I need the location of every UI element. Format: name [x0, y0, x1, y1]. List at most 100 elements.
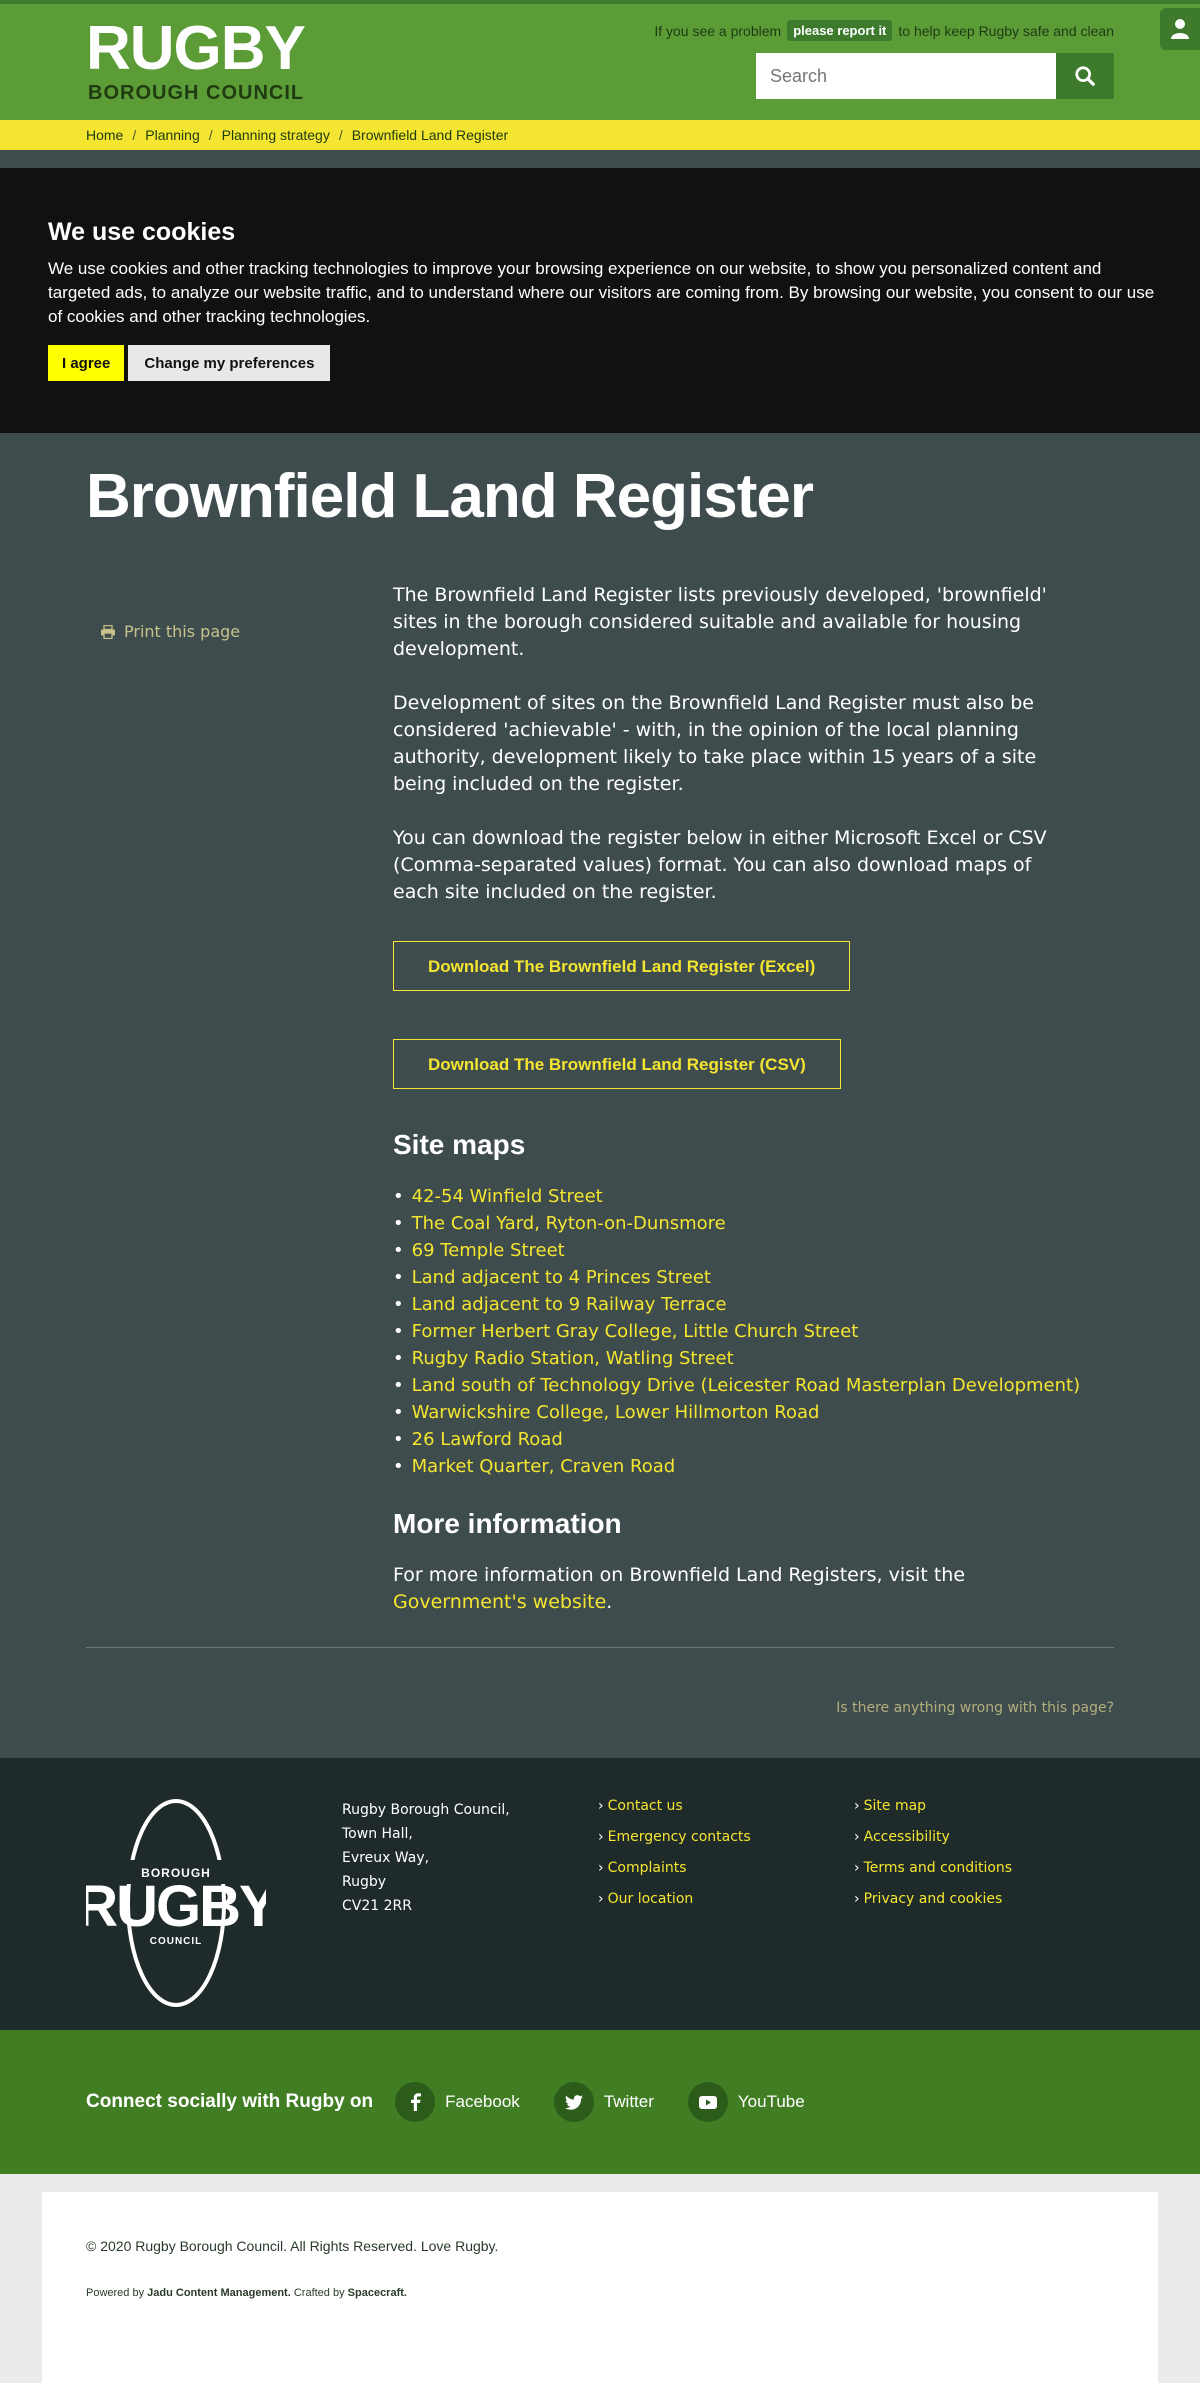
cookie-actions: I agree Change my preferences: [48, 345, 1152, 381]
twitter-label: Twitter: [603, 2092, 654, 2111]
download-excel-button[interactable]: Download The Brownfield Land Register (E…: [393, 941, 851, 991]
site-header: RUGBY BOROUGH COUNCIL If you see a probl…: [0, 4, 1200, 120]
breadcrumb-current[interactable]: Brownfield Land Register: [352, 127, 508, 143]
cookie-agree-button[interactable]: I agree: [48, 345, 125, 381]
intro-paragraph: The Brownfield Land Register lists previ…: [393, 584, 1047, 660]
powered-prefix: Powered by: [86, 2287, 145, 2299]
footer-link-complaints[interactable]: Complaints: [608, 1860, 687, 1876]
divider: [86, 1647, 1114, 1648]
search-icon: [1075, 66, 1095, 86]
youtube-label: YouTube: [737, 2092, 805, 2111]
site-map-link[interactable]: Rugby Radio Station, Watling Street: [412, 1348, 734, 1369]
spacecraft-link[interactable]: Spacecraft.: [348, 2287, 407, 2299]
footer-link-emergency-contacts[interactable]: Emergency contacts: [608, 1829, 751, 1845]
jadu-link[interactable]: Jadu Content Management.: [147, 2287, 291, 2299]
footer-wrapper: BOROUGH RUGBY COUNCIL Rugby Borough Coun…: [0, 1758, 1200, 2030]
search-form: [756, 53, 1114, 99]
feedback-row: Is there anything wrong with this page?: [86, 1700, 1114, 1716]
breadcrumb: Home / Planning / Planning strategy / Br…: [0, 120, 1200, 150]
site-map-link[interactable]: Land adjacent to 9 Railway Terrace: [412, 1294, 727, 1315]
breadcrumb-planning-strategy[interactable]: Planning strategy: [222, 127, 330, 143]
footer-links-primary: Contact us Emergency contacts Complaints…: [598, 1798, 854, 2030]
twitter-icon: [553, 2082, 594, 2122]
list-item: Land south of Technology Drive (Leiceste…: [393, 1372, 1083, 1399]
footer-link-accessibility[interactable]: Accessibility: [864, 1829, 950, 1845]
list-item: Complaints: [598, 1853, 854, 1884]
list-item: Former Herbert Gray College, Little Chur…: [393, 1318, 1083, 1345]
list-item: Warwickshire College, Lower Hillmorton R…: [393, 1399, 1083, 1426]
breadcrumb-home[interactable]: Home: [86, 127, 123, 143]
footer-links-secondary: Site map Accessibility Terms and conditi…: [854, 1798, 1110, 2030]
crafted-prefix: Crafted by: [293, 2287, 345, 2299]
footer-link-terms[interactable]: Terms and conditions: [864, 1860, 1013, 1876]
address-line: Evreux Way,: [342, 1850, 430, 1866]
user-icon: [1171, 19, 1189, 39]
youtube-icon: [687, 2082, 728, 2122]
government-website-link[interactable]: Government's website: [393, 1591, 606, 1613]
site-footer: BOROUGH RUGBY COUNCIL Rugby Borough Coun…: [0, 1758, 1200, 2030]
breadcrumb-separator: /: [338, 127, 343, 143]
account-button[interactable]: [1160, 8, 1200, 50]
search-button[interactable]: [1056, 53, 1114, 99]
list-item: Terms and conditions: [854, 1853, 1110, 1884]
list-item: Contact us: [598, 1791, 854, 1822]
sidebar: Print this page: [86, 582, 393, 1643]
site-maps-heading: Site maps: [393, 1129, 526, 1160]
main-wrapper: Brownfield Land Register Print this page…: [0, 433, 1200, 1758]
site-map-link[interactable]: 26 Lawford Road: [412, 1429, 563, 1450]
site-map-link[interactable]: Warwickshire College, Lower Hillmorton R…: [412, 1402, 820, 1423]
social-bar: Connect socially with Rugby on Facebook …: [42, 2030, 1158, 2174]
list-item: 26 Lawford Road: [393, 1426, 1083, 1453]
site-map-link[interactable]: Land adjacent to 4 Princes Street: [412, 1267, 711, 1288]
site-map-link[interactable]: 69 Temple Street: [412, 1240, 565, 1261]
footer-logo: BOROUGH RUGBY COUNCIL: [76, 1798, 342, 2008]
download-csv-button[interactable]: Download The Brownfield Land Register (C…: [393, 1039, 841, 1089]
breadcrumb-planning[interactable]: Planning: [145, 127, 200, 143]
logo-rugby[interactable]: RUGBY: [86, 18, 306, 80]
powered-by: Powered by Jadu Content Management. Craf…: [86, 2287, 1114, 2299]
more-info-paragraph: For more information on Brownfield Land …: [393, 1562, 1083, 1616]
list-item: Market Quarter, Craven Road: [393, 1453, 1083, 1480]
footer-link-our-location[interactable]: Our location: [608, 1891, 694, 1907]
site-map-link[interactable]: Land south of Technology Drive (Leiceste…: [412, 1375, 1081, 1396]
print-label: Print this page: [124, 622, 241, 641]
youtube-link[interactable]: YouTube: [687, 2082, 805, 2122]
list-item: 69 Temple Street: [393, 1237, 1083, 1264]
list-item: Our location: [598, 1884, 854, 1915]
address-line: CV21 2RR: [342, 1898, 412, 1914]
cookie-preferences-button[interactable]: Change my preferences: [128, 345, 331, 381]
list-item: 42-54 Winfield Street: [393, 1183, 1083, 1210]
footer-link-privacy[interactable]: Privacy and cookies: [864, 1891, 1003, 1907]
footer-logo-main: RUGBY: [86, 1874, 266, 1939]
facebook-link[interactable]: Facebook: [395, 2082, 520, 2122]
cookie-text: We use cookies and other tracking techno…: [48, 259, 1155, 326]
footer-link-site-map[interactable]: Site map: [864, 1798, 926, 1814]
address-line: Rugby Borough Council,: [342, 1802, 510, 1818]
download-paragraph: You can download the register below in e…: [393, 827, 1047, 903]
report-it-button[interactable]: please report it: [787, 20, 893, 41]
more-info-heading: More information: [393, 1508, 622, 1539]
list-item: Land adjacent to 4 Princes Street: [393, 1264, 1083, 1291]
printer-icon: [101, 624, 115, 639]
spacecraft-label: Spacecraft.: [347, 2287, 407, 2299]
site-map-link[interactable]: The Coal Yard, Ryton-on-Dunsmore: [412, 1213, 726, 1234]
report-page-issue-link[interactable]: Is there anything wrong with this page?: [836, 1700, 1114, 1716]
site-map-link[interactable]: Market Quarter, Craven Road: [412, 1456, 676, 1477]
cookie-banner: We use cookies We use cookies and other …: [0, 168, 1200, 433]
search-input[interactable]: [756, 53, 1056, 99]
header-shadow: [0, 150, 1200, 168]
footer-link-contact-us[interactable]: Contact us: [608, 1798, 683, 1814]
print-page-link[interactable]: Print this page: [100, 622, 393, 641]
content-columns: Print this page The Brownfield Land Regi…: [86, 582, 1114, 1643]
address-line: Town Hall,: [342, 1826, 413, 1842]
social-wrapper: Connect socially with Rugby on Facebook …: [0, 2030, 1200, 2174]
address-line: Rugby: [342, 1874, 387, 1890]
footer-address: Rugby Borough Council, Town Hall, Evreux…: [342, 1798, 598, 2030]
page-title: Brownfield Land Register: [86, 462, 814, 531]
achievable-paragraph: Development of sites on the Brownfield L…: [393, 692, 1037, 795]
site-map-link[interactable]: 42-54 Winfield Street: [412, 1186, 603, 1207]
list-item: Accessibility: [854, 1822, 1110, 1853]
site-map-link[interactable]: Former Herbert Gray College, Little Chur…: [412, 1321, 859, 1342]
twitter-link[interactable]: Twitter: [553, 2082, 654, 2122]
logo-borough-council: BOROUGH COUNCIL: [88, 82, 305, 104]
